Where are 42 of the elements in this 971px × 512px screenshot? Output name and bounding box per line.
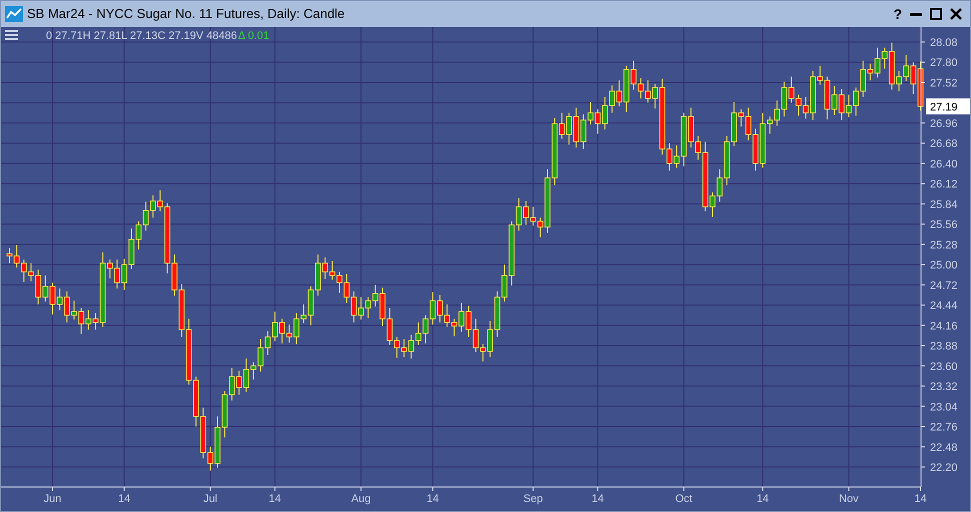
date-label: 14	[426, 493, 439, 505]
price-label: 24.44	[930, 300, 958, 312]
current-price-tag: 27.19	[926, 98, 970, 114]
price-label: 25.56	[930, 219, 958, 232]
price-label: 23.32	[930, 381, 958, 394]
date-label: 14	[914, 493, 927, 505]
price-label: 23.60	[930, 360, 958, 373]
price-label: 27.80	[930, 57, 958, 70]
date-label: 14	[118, 493, 130, 505]
window-title: SB Mar24 - NYCC Sugar No. 11 Futures, Daily: Candle	[27, 5, 345, 24]
price-label: 23.04	[930, 401, 958, 414]
maximize-icon[interactable]	[930, 8, 942, 20]
menu-icon[interactable]	[5, 30, 18, 40]
price-label: 28.08	[930, 37, 958, 49]
close-icon[interactable]	[950, 8, 962, 20]
price-label: 27.52	[930, 77, 958, 90]
date-label: Jul	[203, 493, 218, 505]
date-label: 14	[268, 493, 282, 505]
price-label: 26.40	[930, 158, 958, 170]
date-label: Oct	[675, 493, 692, 505]
price-label: 25.84	[930, 198, 958, 211]
price-label: 23.88	[930, 340, 958, 353]
price-label: 26.12	[930, 178, 958, 191]
price-label: 25.00	[930, 260, 958, 272]
price-label: 22.20	[930, 462, 958, 474]
quote-values: 0 27.71H 27.81L 27.13C 27.19V 48486	[46, 30, 238, 42]
chart-app-icon	[5, 6, 23, 22]
price-label: 26.68	[930, 138, 958, 150]
date-label: 14	[756, 493, 769, 505]
price-change: Δ 0.01	[238, 30, 270, 42]
date-label: Nov	[838, 493, 859, 505]
date-label: Sep	[523, 493, 543, 505]
date-label: Aug	[351, 493, 371, 505]
date-label: Jun	[44, 493, 62, 505]
help-button[interactable]: ?	[893, 4, 902, 24]
price-label: 24.72	[930, 280, 958, 292]
price-label: 22.76	[930, 422, 958, 434]
price-label: 22.48	[930, 442, 958, 454]
price-label: 26.96	[930, 118, 958, 130]
price-label: 24.16	[930, 320, 958, 332]
price-label: 25.28	[930, 239, 958, 252]
date-label: 14	[592, 493, 604, 505]
